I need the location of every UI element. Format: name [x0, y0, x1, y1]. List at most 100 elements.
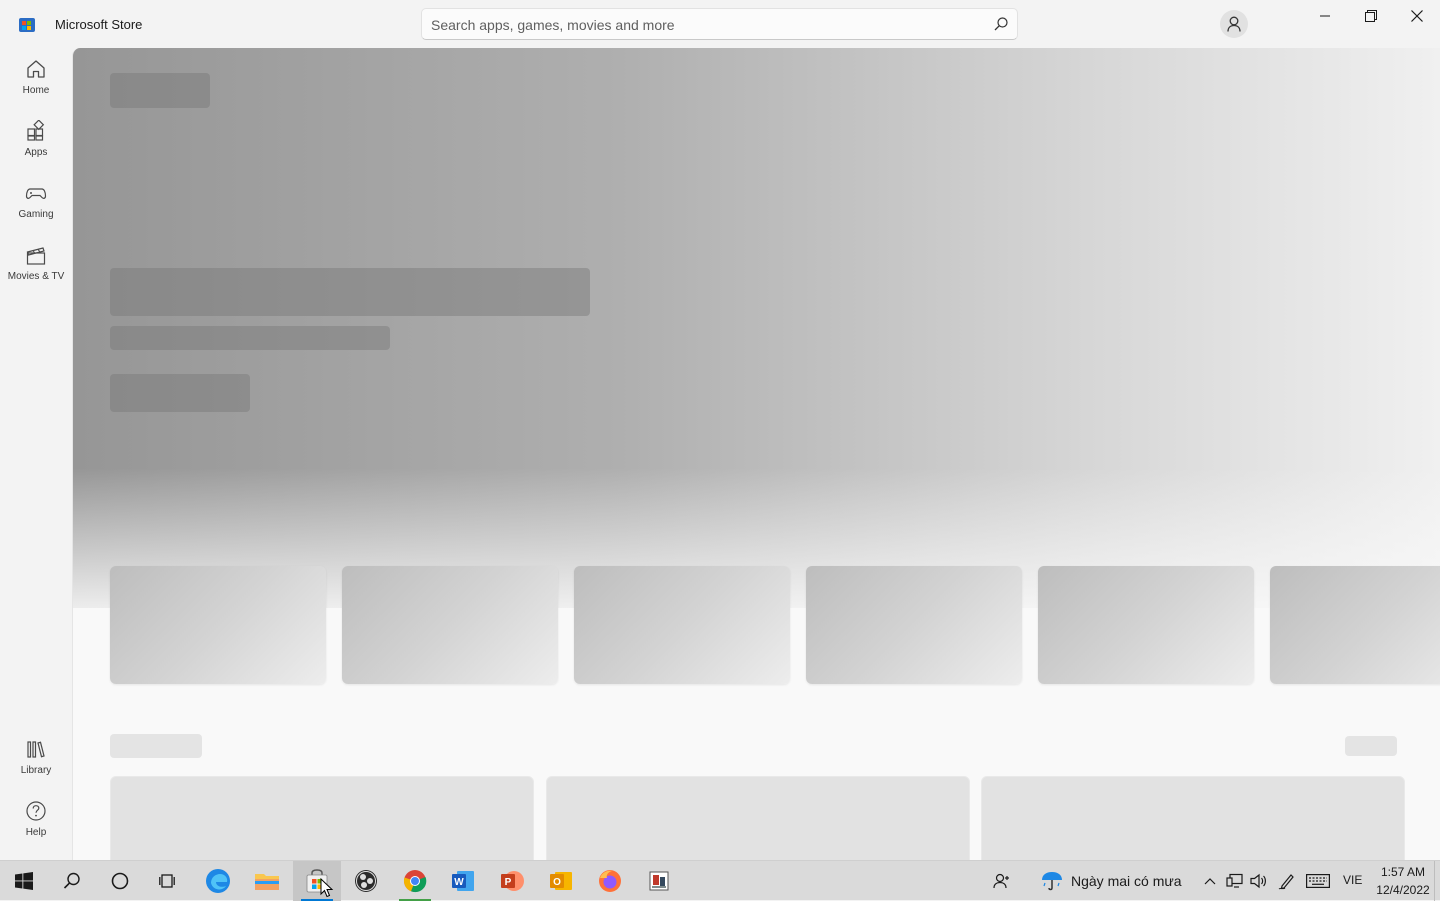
taskbar-microsoft-store[interactable]: [293, 861, 341, 901]
clock[interactable]: 1:57 AM 12/4/2022: [1370, 863, 1436, 899]
clock-date: 12/4/2022: [1376, 883, 1430, 897]
svg-text:W: W: [454, 877, 464, 888]
folder-icon: [255, 874, 279, 890]
person-icon: [1227, 16, 1241, 32]
word-icon: W: [452, 871, 474, 891]
movies-icon: [26, 247, 46, 265]
cortana-button[interactable]: [96, 861, 144, 901]
touch-keyboard-button[interactable]: [1304, 861, 1332, 901]
svg-text:P: P: [505, 877, 512, 888]
skeleton-card: [1270, 566, 1440, 684]
network-button[interactable]: [1224, 861, 1246, 901]
skeleton-large-card: [546, 776, 970, 860]
search-icon: [63, 872, 80, 889]
show-desktop-button[interactable]: [1434, 861, 1440, 901]
help-icon: [26, 801, 46, 821]
edge-icon: [206, 869, 230, 893]
taskbar-word[interactable]: W: [439, 861, 487, 901]
skeleton-section-title: [110, 734, 202, 758]
nav-label-library: Library: [20, 765, 52, 776]
search-icon[interactable]: [993, 16, 1009, 32]
keyboard-icon: [1306, 874, 1330, 888]
library-icon: [27, 741, 45, 758]
start-button[interactable]: [0, 861, 48, 901]
cortana-icon: [111, 872, 129, 890]
nav-item-help[interactable]: Help: [0, 800, 72, 856]
skeleton-see-all: [1345, 736, 1397, 756]
weather-text: Ngày mai có mưa: [1071, 873, 1182, 889]
task-view-icon: [159, 874, 175, 888]
nav-label-apps: Apps: [24, 147, 48, 158]
firefox-icon: [599, 870, 621, 892]
input-language-indicator[interactable]: VIE: [1343, 873, 1362, 887]
taskbar-app[interactable]: [635, 861, 683, 901]
chevron-up-icon: [1204, 878, 1216, 885]
skeleton-large-card: [110, 776, 534, 860]
taskbar-obs[interactable]: [342, 861, 390, 901]
account-avatar[interactable]: [1220, 10, 1248, 38]
people-button[interactable]: [988, 861, 1016, 901]
minimize-icon: [1320, 15, 1330, 17]
taskbar-edge[interactable]: [194, 861, 242, 901]
pen-icon: [1278, 874, 1294, 890]
skeleton-card: [342, 566, 558, 684]
taskbar-outlook[interactable]: O: [537, 861, 585, 901]
app-title: Microsoft Store: [55, 17, 143, 32]
restore-button[interactable]: [1348, 0, 1394, 32]
nav-item-gaming[interactable]: Gaming: [0, 182, 72, 238]
mouse-cursor-icon: [320, 878, 334, 898]
close-icon: [1411, 10, 1423, 22]
nav-label-gaming: Gaming: [18, 209, 54, 220]
task-view-button[interactable]: [144, 861, 192, 901]
skeleton-hero-button: [110, 374, 250, 412]
title-bar: Microsoft Store: [0, 0, 1440, 48]
outlook-icon: O: [550, 872, 572, 890]
skeleton-card: [806, 566, 1022, 684]
windows-taskbar: W P O Ngày mai có mưa VIE 1:57 AM 12/4/2…: [0, 860, 1440, 901]
restore-icon: [1365, 10, 1377, 22]
taskbar-firefox[interactable]: [586, 861, 634, 901]
home-icon: [27, 60, 45, 78]
nav-label-movies-tv: Movies & TV: [7, 271, 65, 282]
content-area: [72, 48, 1440, 860]
clock-time: 1:57 AM: [1380, 865, 1426, 879]
nav-item-home[interactable]: Home: [0, 58, 72, 114]
minimize-button[interactable]: [1302, 0, 1348, 32]
skeleton-card: [110, 566, 326, 684]
gaming-icon: [25, 188, 47, 199]
taskbar-file-explorer[interactable]: [243, 861, 291, 901]
store-logo-icon: [19, 18, 35, 32]
search-input[interactable]: [431, 15, 971, 35]
taskbar-powerpoint[interactable]: P: [488, 861, 536, 901]
nav-item-movies-tv[interactable]: Movies & TV: [0, 244, 72, 300]
skeleton-hero-subtitle: [110, 326, 390, 350]
search-box[interactable]: [421, 8, 1018, 40]
powerpoint-icon: P: [501, 871, 524, 891]
skeleton-card: [1038, 566, 1254, 684]
taskbar-chrome[interactable]: [391, 861, 439, 901]
speaker-icon: [1250, 873, 1266, 889]
skeleton-hero-title: [110, 268, 590, 316]
people-icon: [993, 873, 1009, 889]
nav-label-home: Home: [22, 85, 50, 96]
weather-widget[interactable]: Ngày mai có mưa: [1040, 861, 1182, 901]
show-hidden-icons-button[interactable]: [1200, 861, 1220, 901]
skeleton-hero-tag: [110, 73, 210, 108]
nav-item-library[interactable]: Library: [0, 738, 72, 794]
close-button[interactable]: [1394, 0, 1440, 32]
taskbar-search-button[interactable]: [48, 861, 96, 901]
nav-item-apps[interactable]: Apps: [0, 120, 72, 176]
windows-logo-icon: [15, 872, 33, 890]
network-icon: [1226, 873, 1243, 888]
nav-label-help: Help: [25, 827, 47, 838]
skeleton-large-card: [981, 776, 1405, 860]
chrome-icon: [403, 870, 427, 893]
application-icon: [649, 871, 669, 891]
pen-workspace-button[interactable]: [1276, 861, 1298, 901]
microsoft-store-window: Microsoft Store Search apps, games, movi…: [0, 0, 1440, 860]
skeleton-card: [574, 566, 790, 684]
obs-icon: [355, 870, 377, 892]
volume-button[interactable]: [1248, 861, 1270, 901]
svg-text:O: O: [553, 877, 561, 888]
navigation-rail: Home Apps Gaming Movies & TV Library Hel…: [0, 48, 72, 860]
